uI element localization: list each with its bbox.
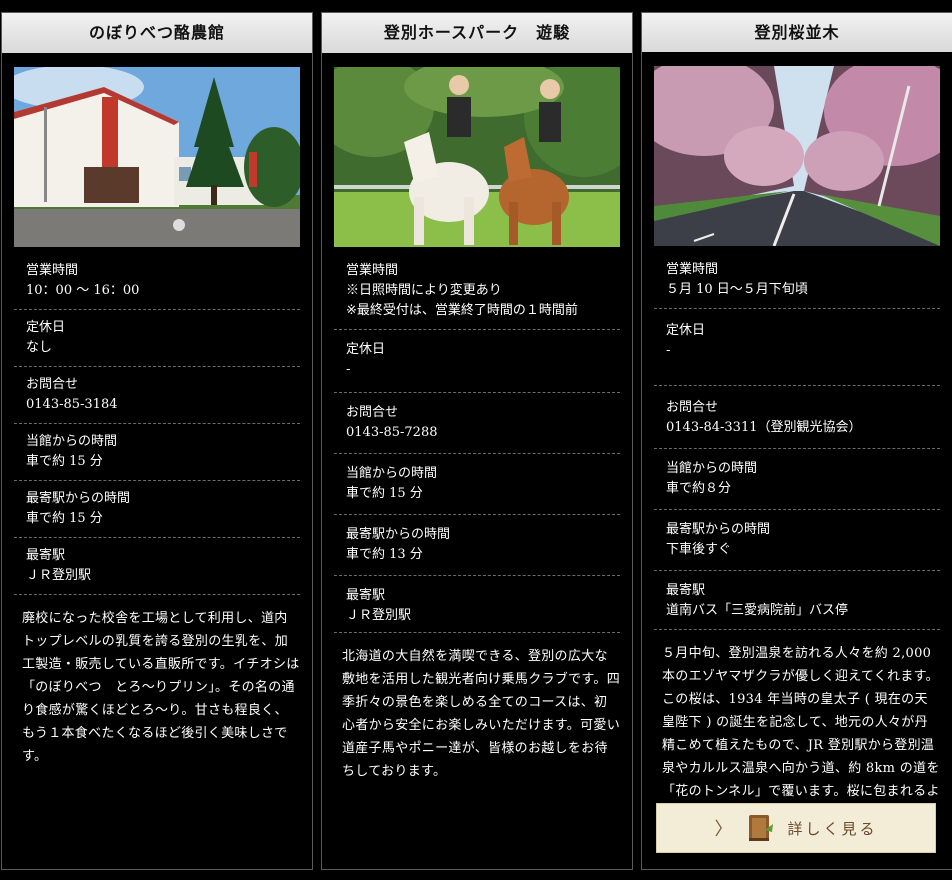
info-value: 下車後すぐ bbox=[666, 542, 732, 557]
info-value: 10：00 〜 16：00 bbox=[26, 283, 140, 298]
info-label: お問合せ bbox=[26, 377, 79, 392]
info-value: なし bbox=[26, 340, 53, 355]
info-value: 道南バス「三愛病院前」バス停 bbox=[666, 603, 849, 618]
info-row-time-from-station: 最寄駅からの時間 下車後すぐ bbox=[654, 510, 940, 571]
card-dairy-farm: のぼりべつ酪農館 営業時間 10：00 〜 16：00 定休日 なし お問合せ … bbox=[1, 12, 313, 870]
info-value: 0143-85-3184 bbox=[26, 397, 118, 412]
info-label: 最寄駅からの時間 bbox=[666, 522, 771, 537]
card-cherry-blossom-avenue: 登別桜並木 営業時間 ５月 10 日〜５月下旬頃 定休日 - お問合せ 0143… bbox=[641, 12, 952, 870]
info-row-contact: お問合せ 0143-85-3184 bbox=[14, 367, 300, 424]
info-label: 当館からの時間 bbox=[666, 461, 758, 476]
info-row-time-from-hotel: 当館からの時間 車で約８分 bbox=[654, 449, 940, 510]
info-value: - bbox=[666, 343, 671, 358]
info-label: お問合せ bbox=[346, 405, 399, 420]
info-label: 定休日 bbox=[346, 342, 386, 357]
card-description: 廃校になった校舎を工場として利用し、道内トップレベルの乳質を誇る登別の生乳を、加… bbox=[22, 611, 300, 764]
card-horse-park: 登別ホースパーク 遊駿 営業時間 ※日照時間により変更あり ※最終受付は、営業終… bbox=[321, 12, 633, 870]
info-value: 0143-84-3311（登別観光協会） bbox=[666, 420, 862, 435]
info-row-nearest-station: 最寄駅 ＪＲ登別駅 bbox=[14, 538, 300, 595]
info-row-contact: お問合せ 0143-84-3311（登別観光協会） bbox=[654, 386, 940, 449]
info-label: 最寄駅からの時間 bbox=[346, 527, 451, 542]
info-label: 最寄駅 bbox=[26, 548, 66, 563]
info-label: 定休日 bbox=[26, 320, 66, 335]
info-label: お問合せ bbox=[666, 400, 719, 415]
info-label: 営業時間 bbox=[666, 262, 719, 277]
info-row-nearest-station: 最寄駅 道南バス「三愛病院前」バス停 bbox=[654, 571, 940, 630]
info-label: 営業時間 bbox=[346, 263, 399, 278]
card-description: 北海道の大自然を満喫できる、登別の広大な敷地を活用した観光者向け乗馬クラブです。… bbox=[342, 649, 621, 779]
info-row-hours: 営業時間 10：00 〜 16：00 bbox=[14, 253, 300, 310]
info-list: 営業時間 10：00 〜 16：00 定休日 なし お問合せ 0143-85-3… bbox=[14, 253, 300, 595]
info-value: 車で約 15 分 bbox=[346, 486, 423, 501]
info-value: ＪＲ登別駅 bbox=[26, 568, 92, 583]
card-title: のぼりべつ酪農館 bbox=[2, 13, 312, 53]
info-list: 営業時間 ５月 10 日〜５月下旬頃 定休日 - お問合せ 0143-84-33… bbox=[654, 252, 940, 630]
horse-park-photo bbox=[334, 67, 620, 247]
info-value: ＪＲ登別駅 bbox=[346, 608, 412, 623]
info-row-nearest-station: 最寄駅 ＪＲ登別駅 bbox=[334, 576, 620, 633]
info-label: 最寄駅 bbox=[666, 583, 706, 598]
info-value: ５月 10 日〜５月下旬頃 bbox=[666, 282, 808, 297]
info-value: 0143-85-7288 bbox=[346, 425, 438, 440]
info-value: 車で約 15 分 bbox=[26, 454, 103, 469]
info-value: 車で約 15 分 bbox=[26, 511, 103, 526]
info-value: ※日照時間により変更あり ※最終受付は、営業終了時間の１時間前 bbox=[346, 283, 578, 318]
card-title: 登別桜並木 bbox=[642, 13, 952, 52]
info-row-time-from-hotel: 当館からの時間 車で約 15 分 bbox=[14, 424, 300, 481]
info-row-closed: 定休日 - bbox=[334, 330, 620, 393]
info-label: 営業時間 bbox=[26, 263, 79, 278]
info-label: 当館からの時間 bbox=[346, 466, 438, 481]
info-label: 最寄駅からの時間 bbox=[26, 491, 131, 506]
info-label: 最寄駅 bbox=[346, 588, 386, 603]
info-value: 車で約８分 bbox=[666, 481, 732, 496]
info-row-time-from-station: 最寄駅からの時間 車で約 15 分 bbox=[14, 481, 300, 538]
cherry-avenue-photo bbox=[654, 66, 940, 246]
info-row-contact: お問合せ 0143-85-7288 bbox=[334, 393, 620, 454]
dairy-farm-photo bbox=[14, 67, 300, 247]
info-value: - bbox=[346, 362, 351, 377]
info-label: 定休日 bbox=[666, 323, 706, 338]
chevron-right-icon: 〉 bbox=[714, 819, 736, 840]
info-row-time-from-hotel: 当館からの時間 車で約 15 分 bbox=[334, 454, 620, 515]
card-title: 登別ホースパーク 遊駿 bbox=[322, 13, 632, 53]
view-details-label: 詳しく見る bbox=[787, 819, 878, 838]
info-row-time-from-station: 最寄駅からの時間 車で約 13 分 bbox=[334, 515, 620, 576]
info-row-hours: 営業時間 ※日照時間により変更あり ※最終受付は、営業終了時間の１時間前 bbox=[334, 253, 620, 330]
book-icon bbox=[749, 815, 774, 841]
info-list: 営業時間 ※日照時間により変更あり ※最終受付は、営業終了時間の１時間前 定休日… bbox=[334, 253, 620, 633]
info-row-hours: 営業時間 ５月 10 日〜５月下旬頃 bbox=[654, 252, 940, 309]
info-value: 車で約 13 分 bbox=[346, 547, 423, 562]
view-details-button[interactable]: 〉 詳しく見る bbox=[656, 803, 936, 853]
info-row-closed: 定休日 - bbox=[654, 309, 940, 386]
card-description: ５月中旬、登別温泉を訪れる人々を約 2,000 本のエゾヤマザクラが優しく迎えて… bbox=[662, 646, 940, 822]
info-label: 当館からの時間 bbox=[26, 434, 118, 449]
info-row-closed: 定休日 なし bbox=[14, 310, 300, 367]
